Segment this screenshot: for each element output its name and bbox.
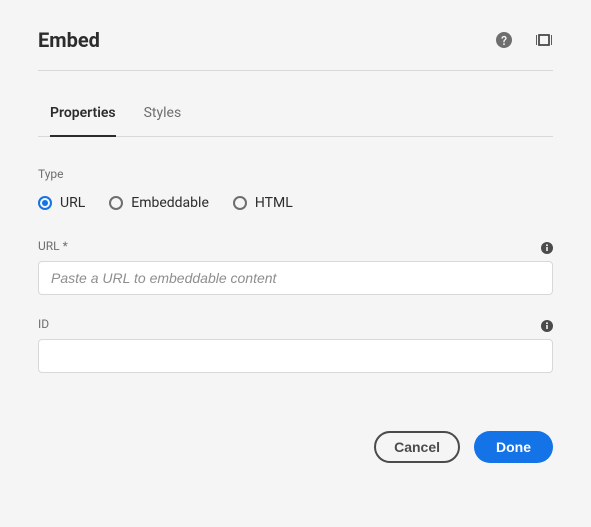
radio-embeddable[interactable]: Embeddable	[109, 195, 209, 211]
tab-styles[interactable]: Styles	[144, 91, 182, 137]
dialog-title: Embed	[38, 28, 100, 52]
done-button[interactable]: Done	[474, 431, 553, 463]
id-label: ID	[38, 317, 49, 331]
tabs: Properties Styles	[38, 91, 553, 137]
radio-circle-icon	[233, 196, 247, 210]
radio-html-label: HTML	[255, 195, 293, 211]
url-input[interactable]	[38, 261, 553, 295]
header-actions	[495, 31, 553, 49]
dialog-content: Type URL Embeddable HTML URL *	[38, 137, 553, 463]
cancel-button[interactable]: Cancel	[374, 431, 460, 463]
fullscreen-icon[interactable]	[535, 31, 553, 49]
radio-embeddable-label: Embeddable	[131, 195, 209, 211]
radio-html[interactable]: HTML	[233, 195, 293, 211]
url-field-header: URL *	[38, 239, 553, 253]
id-input[interactable]	[38, 339, 553, 373]
radio-url-label: URL	[60, 195, 85, 211]
embed-dialog: Embed Properties Styles Type	[0, 0, 591, 493]
url-field-row: URL *	[38, 239, 553, 295]
info-icon[interactable]	[541, 239, 553, 251]
radio-circle-icon	[109, 196, 123, 210]
info-icon[interactable]	[541, 317, 553, 329]
type-radio-group: URL Embeddable HTML	[38, 195, 553, 211]
radio-url[interactable]: URL	[38, 195, 85, 211]
id-field-row: ID	[38, 317, 553, 373]
id-field-header: ID	[38, 317, 553, 331]
dialog-header: Embed	[38, 28, 553, 71]
dialog-footer: Cancel Done	[38, 431, 553, 463]
help-icon[interactable]	[495, 31, 513, 49]
url-label: URL *	[38, 239, 68, 253]
tab-properties[interactable]: Properties	[50, 91, 116, 137]
type-label: Type	[38, 167, 553, 181]
radio-circle-icon	[38, 196, 52, 210]
